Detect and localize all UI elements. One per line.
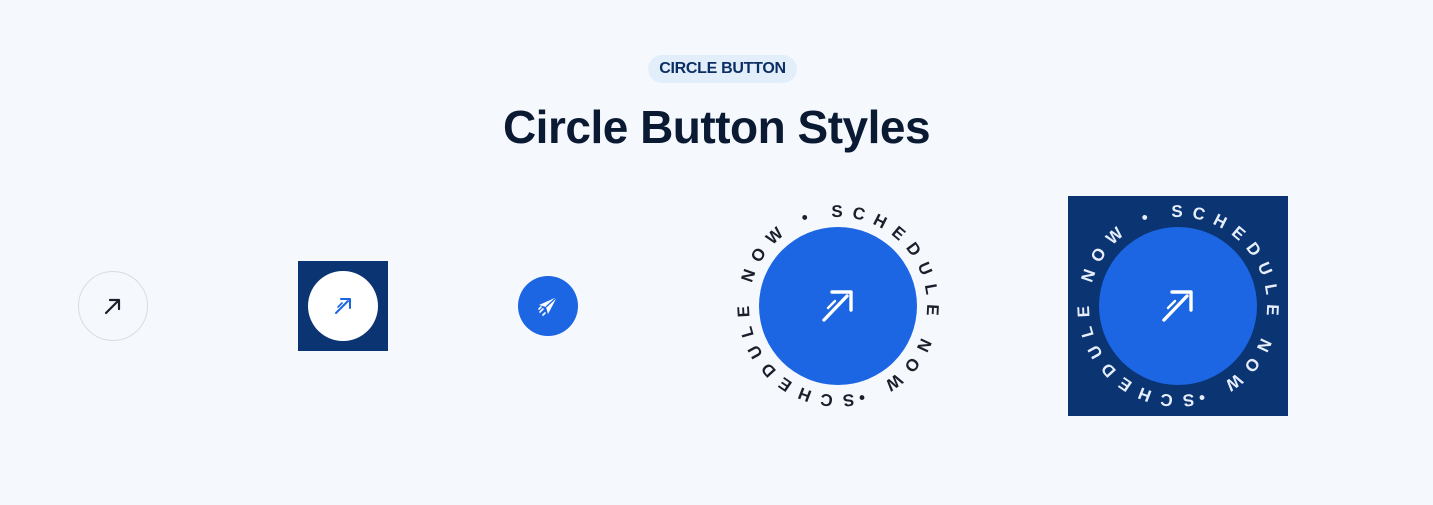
navy-frame	[298, 261, 388, 351]
section-badge: CIRCLE BUTTON	[648, 55, 797, 83]
outline-circle-button[interactable]	[78, 271, 148, 341]
rotating-text-button[interactable]: SCHEDULE NOW • SCHEDULE NOW •	[733, 201, 943, 411]
rotating-text-graphic: SCHEDULE NOW • SCHEDULE NOW •	[1073, 201, 1283, 411]
white-circle-button[interactable]	[308, 271, 378, 341]
arrow-up-right-icon	[335, 298, 351, 314]
rotating-text-graphic: SCHEDULE NOW • SCHEDULE NOW •	[733, 201, 943, 411]
page-title: Circle Button Styles	[502, 101, 931, 153]
rotating-text-button-on-navy[interactable]: SCHEDULE NOW • SCHEDULE NOW •	[1073, 201, 1283, 411]
paper-plane-icon	[538, 296, 558, 316]
arrow-up-right-icon	[104, 298, 121, 315]
solid-blue-circle-button[interactable]	[518, 276, 578, 336]
navy-frame-large: SCHEDULE NOW • SCHEDULE NOW •	[1068, 196, 1288, 416]
